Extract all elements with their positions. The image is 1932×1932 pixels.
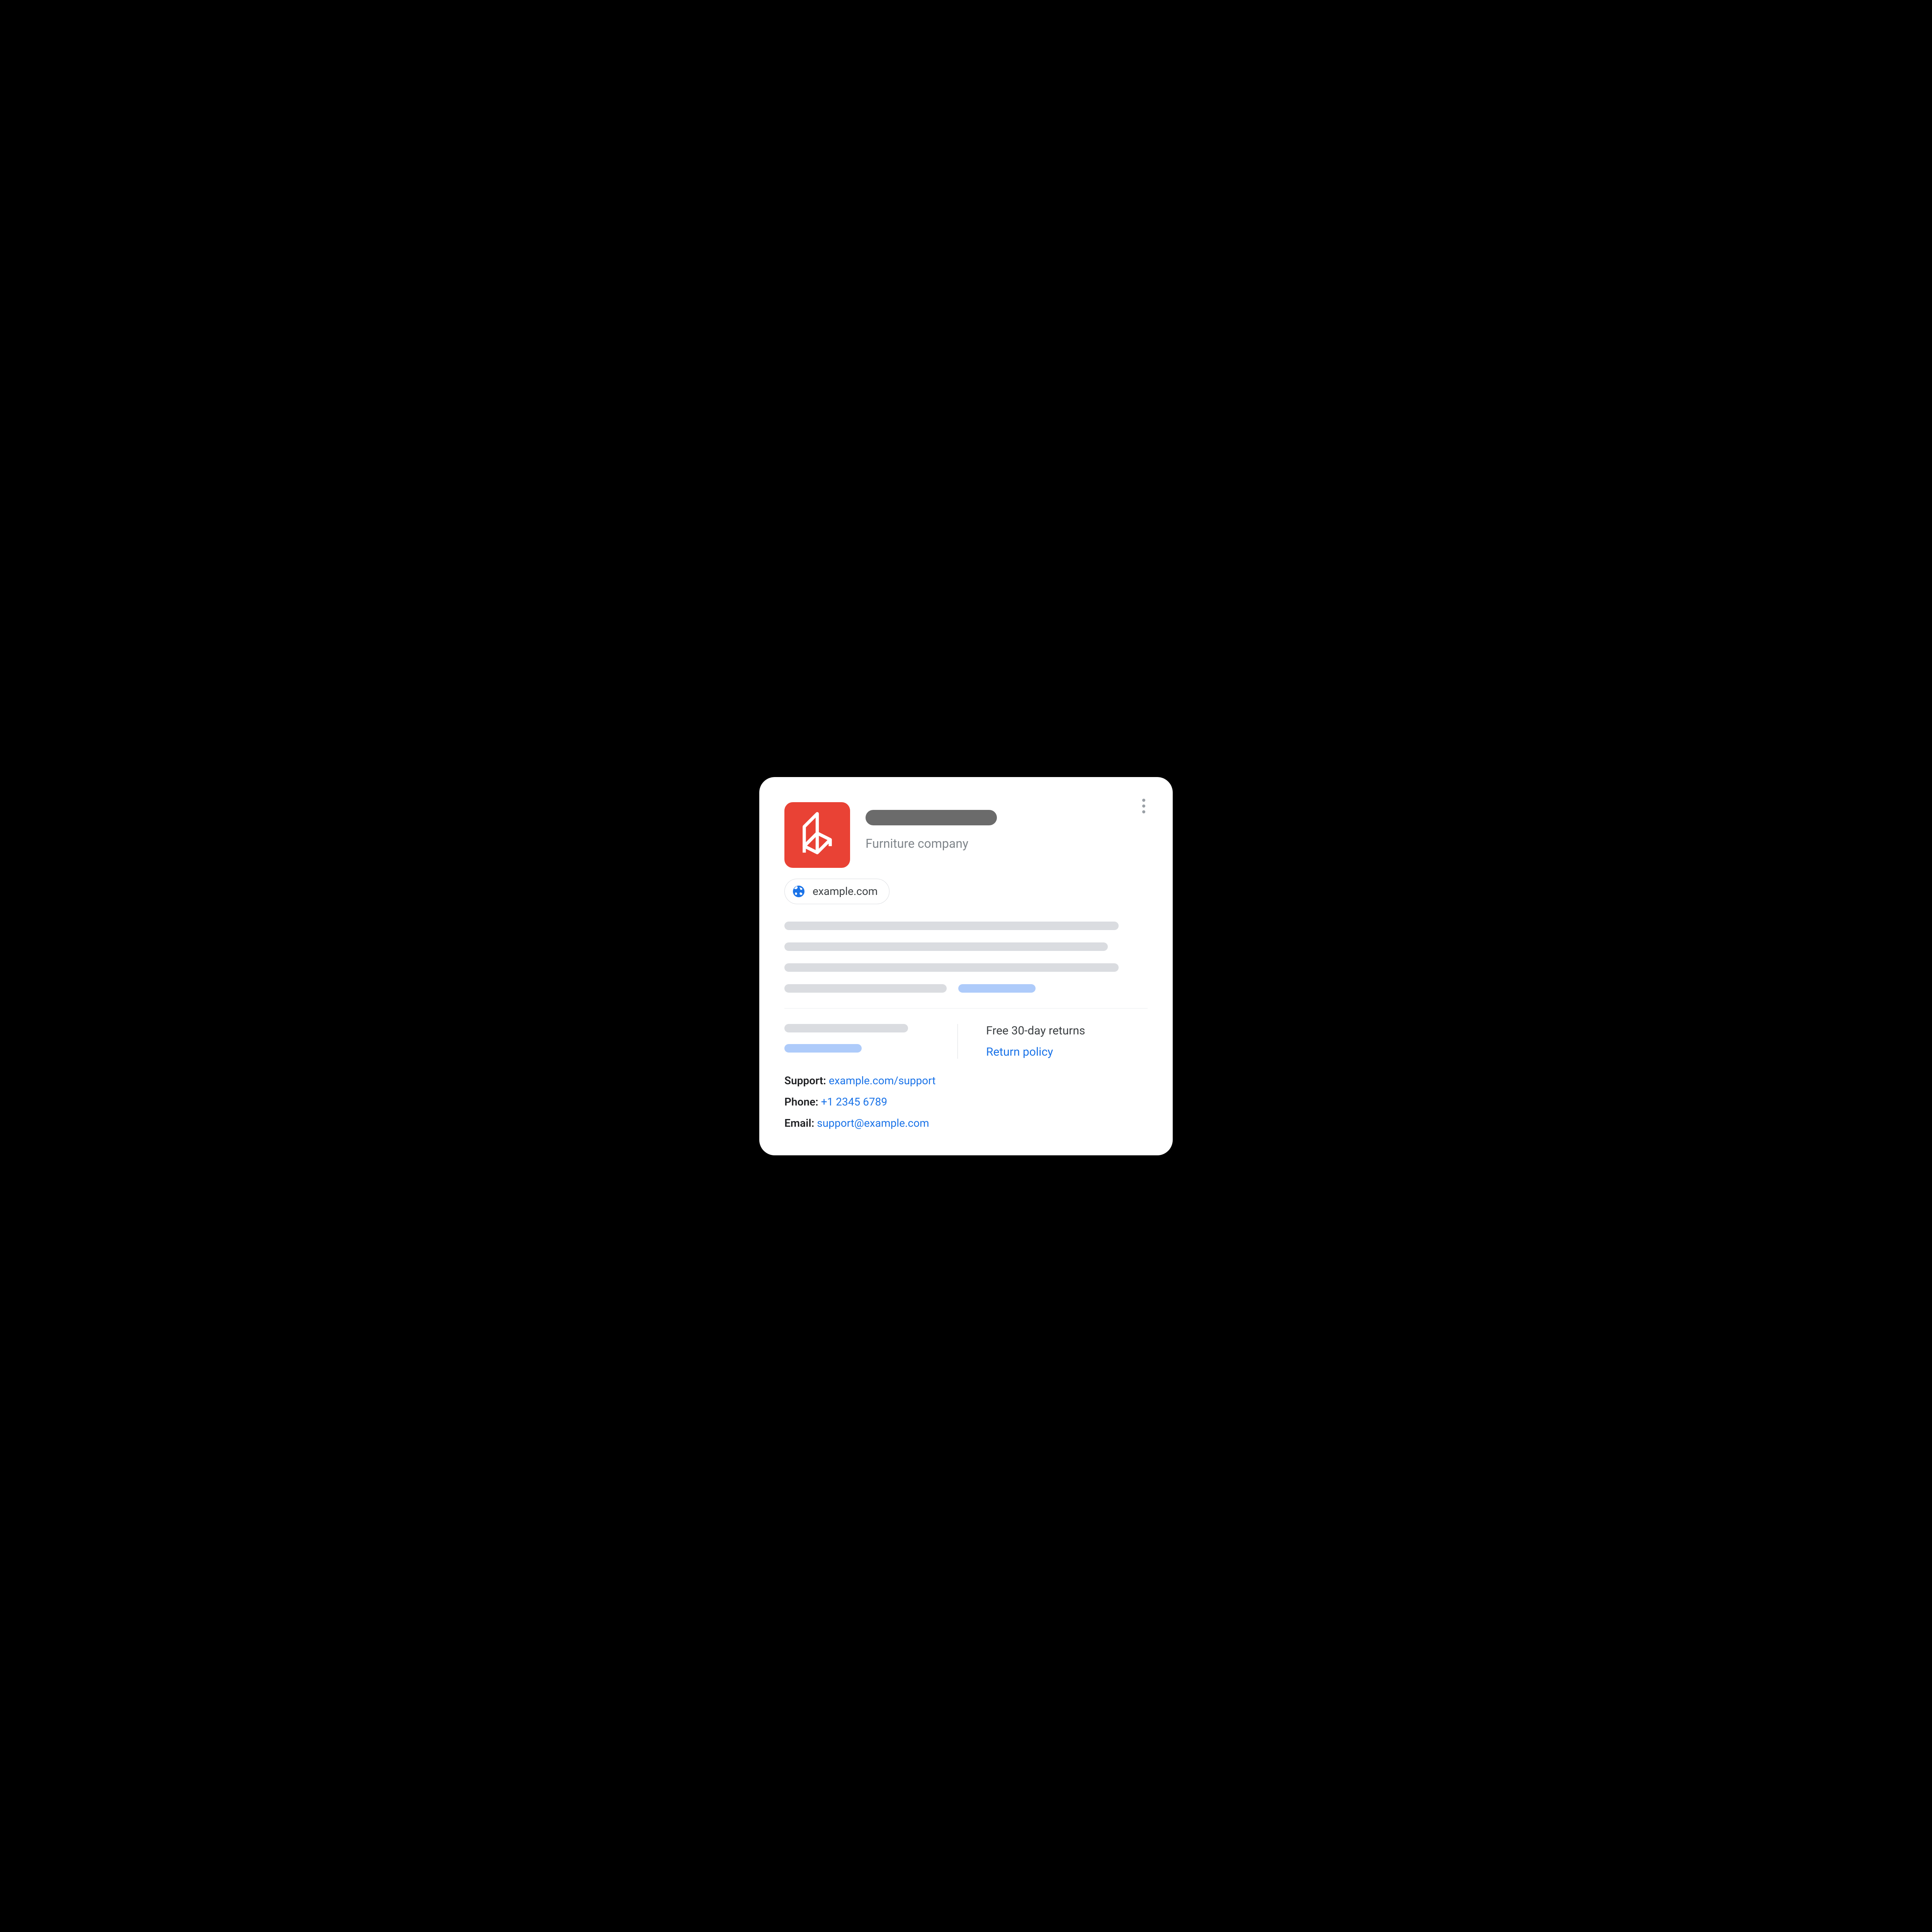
support-row: Support: example.com/support bbox=[784, 1074, 1148, 1087]
divider bbox=[784, 1008, 1148, 1009]
text-placeholder-line bbox=[784, 984, 947, 993]
left-column-placeholder bbox=[784, 1024, 957, 1059]
text-placeholder-line bbox=[784, 963, 1119, 972]
description-placeholder bbox=[784, 922, 1148, 993]
globe-icon bbox=[792, 884, 806, 898]
company-name-placeholder bbox=[866, 810, 997, 825]
phone-row: Phone: +1 2345 6789 bbox=[784, 1095, 1148, 1108]
link-placeholder bbox=[784, 1044, 862, 1053]
vertical-separator bbox=[957, 1024, 958, 1059]
returns-column: Free 30-day returns Return policy bbox=[965, 1024, 1148, 1059]
company-logo bbox=[784, 802, 850, 868]
contact-block: Support: example.com/support Phone: +1 2… bbox=[784, 1074, 1148, 1129]
returns-text: Free 30-day returns bbox=[986, 1024, 1148, 1037]
text-placeholder-line bbox=[784, 922, 1119, 930]
header: Furniture company bbox=[784, 802, 1148, 868]
website-chip-label: example.com bbox=[813, 885, 878, 898]
more-options-button[interactable] bbox=[1136, 798, 1151, 814]
more-vertical-icon bbox=[1142, 799, 1145, 813]
email-link[interactable]: support@example.com bbox=[817, 1117, 929, 1129]
info-columns: Free 30-day returns Return policy bbox=[784, 1024, 1148, 1059]
chair-icon bbox=[799, 812, 836, 858]
knowledge-panel-card: Furniture company example.com Free 30-da… bbox=[759, 777, 1173, 1155]
support-link[interactable]: example.com/support bbox=[829, 1074, 936, 1087]
company-category: Furniture company bbox=[866, 836, 997, 851]
text-placeholder-line bbox=[784, 942, 1108, 951]
text-placeholder-line bbox=[784, 1024, 908, 1032]
return-policy-link[interactable]: Return policy bbox=[986, 1045, 1148, 1059]
email-row: Email: support@example.com bbox=[784, 1117, 1148, 1129]
support-label: Support: bbox=[784, 1074, 826, 1087]
email-label: Email: bbox=[784, 1117, 814, 1129]
phone-label: Phone: bbox=[784, 1095, 818, 1108]
website-chip[interactable]: example.com bbox=[784, 879, 889, 904]
title-block: Furniture company bbox=[866, 802, 997, 851]
link-placeholder bbox=[958, 984, 1036, 993]
phone-link[interactable]: +1 2345 6789 bbox=[821, 1095, 887, 1108]
